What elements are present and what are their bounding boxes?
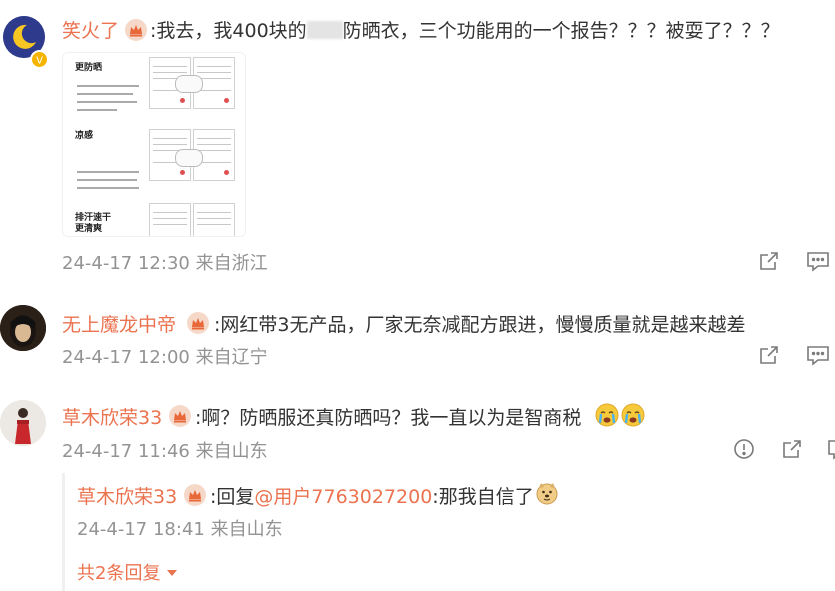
doc-bullet-line bbox=[77, 187, 139, 189]
reply-username[interactable]: 草木欣荣33 bbox=[77, 482, 177, 509]
avatar[interactable] bbox=[0, 400, 46, 446]
doc-bullet-line bbox=[77, 101, 137, 103]
comment-text: :啊？防晒服还真防晒吗？我一直以为是智商税 bbox=[195, 403, 581, 430]
more-replies-label: 共2条回复 bbox=[77, 563, 161, 584]
more-replies-link[interactable]: 共2条回复 bbox=[77, 559, 178, 585]
comment-meta: 24-4-17 12:30 来自浙江 bbox=[62, 253, 268, 274]
comment-image[interactable]: 更防晒 凉感 排汗速干 更清爽 bbox=[62, 52, 246, 237]
report-seal bbox=[175, 149, 203, 167]
share-icon[interactable] bbox=[758, 250, 780, 272]
doc-bullet-line bbox=[77, 171, 139, 173]
comment-text-body: :啊？防晒服还真防晒吗？我一直以为是智商税 bbox=[195, 407, 582, 429]
crown-icon bbox=[187, 312, 209, 334]
doc-bullet-line bbox=[77, 179, 137, 181]
comment-icon[interactable] bbox=[806, 344, 829, 366]
comment-text: :网红带3无产品，厂家无奈减配方跟进，慢慢质量就是越来越差 bbox=[214, 314, 746, 336]
report-page-card bbox=[149, 203, 191, 236]
reply-prefix: :回复 bbox=[210, 486, 255, 508]
caret-down-icon bbox=[167, 570, 178, 576]
comment-username[interactable]: 草木欣荣33 bbox=[62, 403, 162, 430]
doc-heading-1: 更防晒 bbox=[75, 63, 103, 73]
comment-icon[interactable] bbox=[827, 438, 835, 460]
doc-heading-2: 凉感 bbox=[75, 131, 94, 141]
crown-icon bbox=[125, 19, 147, 41]
report-seal bbox=[175, 75, 203, 93]
reply-text: :回复@用户7763027200:那我自信了 bbox=[210, 482, 534, 509]
doge-emoji bbox=[535, 481, 559, 505]
comment-icon[interactable] bbox=[806, 250, 829, 272]
report-icon[interactable] bbox=[733, 438, 755, 460]
reply-body: :那我自信了 bbox=[432, 486, 534, 508]
doc-bullet-line bbox=[77, 93, 133, 95]
report-page-card bbox=[193, 203, 235, 236]
comment-username[interactable]: 笑火了 bbox=[62, 16, 119, 43]
comment-text-part2: 防晒衣，三个功能用的一个报告？？？被耍了？？？ bbox=[342, 20, 780, 42]
blurred-word bbox=[306, 21, 343, 39]
comment-text: :我去，我400块的 防晒衣，三个功能用的一个报告？？？被耍了？？？ bbox=[150, 16, 780, 43]
svg-text:V: V bbox=[36, 56, 43, 67]
crying-face-emoji bbox=[595, 403, 619, 427]
comment-text-part1: :我去，我400块的 bbox=[150, 20, 307, 42]
doc-bullet-line bbox=[77, 109, 117, 111]
comment-meta: 24-4-17 12:00 来自辽宁 bbox=[62, 347, 268, 368]
doc-bullet-line bbox=[77, 85, 139, 87]
vip-badge-icon: V bbox=[30, 50, 49, 69]
comment-username[interactable]: 无上魔龙中帝 bbox=[62, 310, 176, 337]
crown-icon bbox=[169, 405, 191, 427]
crying-face-emoji bbox=[621, 403, 645, 427]
share-icon[interactable] bbox=[781, 438, 803, 460]
doc-heading-3: 排汗速干 更清爽 bbox=[75, 213, 112, 234]
reply-meta: 24-4-17 18:41 来自山东 bbox=[77, 519, 283, 540]
share-icon[interactable] bbox=[758, 344, 780, 366]
mention-link[interactable]: @用户7763027200 bbox=[254, 486, 432, 508]
crown-icon bbox=[184, 484, 206, 506]
comment-meta: 24-4-17 11:46 来自山东 bbox=[62, 441, 268, 462]
avatar[interactable] bbox=[0, 305, 46, 351]
